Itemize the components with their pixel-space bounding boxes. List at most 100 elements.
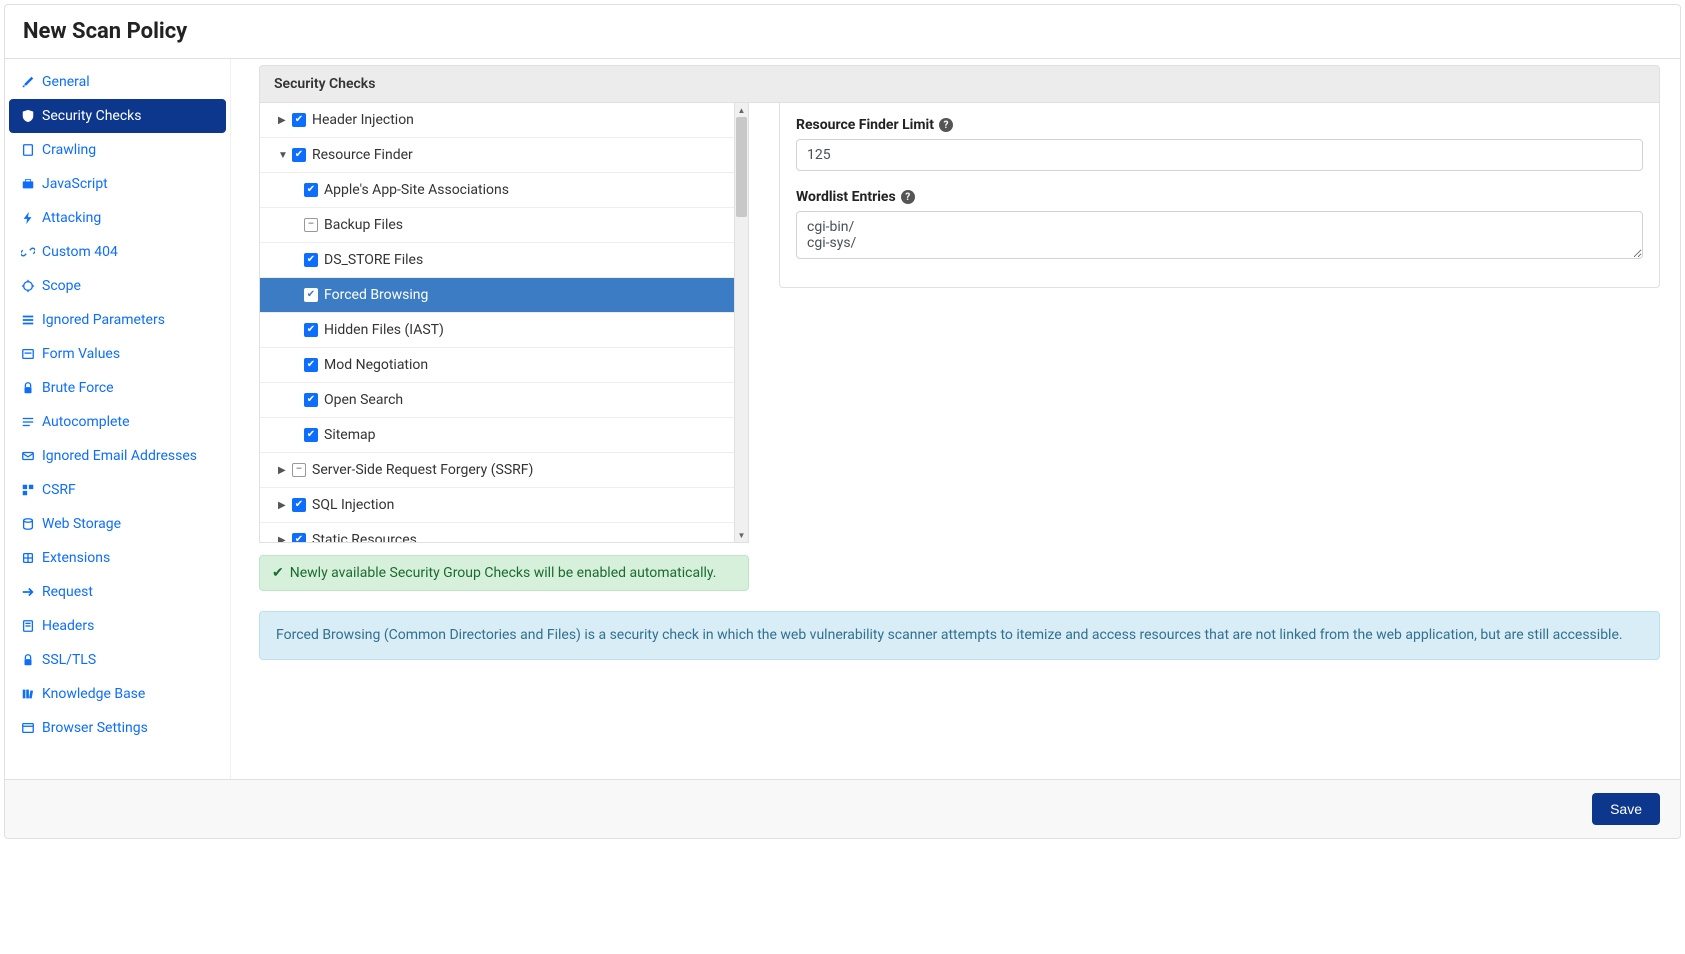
resource-finder-limit-input[interactable]: [796, 139, 1643, 171]
checkbox-checked[interactable]: ✔: [304, 183, 318, 197]
scroll-track[interactable]: [735, 117, 748, 528]
form-icon: [21, 347, 35, 361]
target-icon: [21, 279, 35, 293]
caret-down-icon[interactable]: ▼: [278, 150, 286, 161]
checkbox-checked[interactable]: ✔: [292, 533, 306, 542]
checkbox-mixed[interactable]: –: [292, 463, 306, 477]
sidebar-item-scope[interactable]: Scope: [9, 269, 226, 303]
sidebar-item-label: Brute Force: [42, 380, 114, 396]
tree-item[interactable]: ✔ Mod Negotiation: [260, 348, 748, 383]
tree-item-label: SQL Injection: [312, 497, 394, 513]
sidebar-item-csrf[interactable]: CSRF: [9, 473, 226, 507]
checkbox-checked[interactable]: ✔: [304, 428, 318, 442]
tree-item[interactable]: ▶–Server-Side Request Forgery (SSRF): [260, 453, 748, 488]
caret-right-icon[interactable]: ▶: [278, 535, 286, 543]
checkbox-checked[interactable]: ✔: [304, 358, 318, 372]
auto-enable-notice: ✔ Newly available Security Group Checks …: [259, 555, 749, 591]
sidebar-item-label: Form Values: [42, 346, 120, 362]
tree-item-label: Server-Side Request Forgery (SSRF): [312, 462, 533, 478]
sidebar-item-label: Web Storage: [42, 516, 121, 532]
tree-item-label: Sitemap: [324, 427, 375, 443]
scroll-down-icon[interactable]: ▼: [735, 528, 748, 542]
shield-icon: [21, 109, 35, 123]
sidebar-item-label: SSL/TLS: [42, 652, 96, 668]
caret-right-icon[interactable]: ▶: [278, 500, 286, 511]
scroll-up-icon[interactable]: ▲: [735, 103, 748, 117]
security-checks-tree[interactable]: ▶✔Header Injection▼✔Resource Finder✔Appl…: [260, 103, 748, 542]
sidebar-item-web-storage[interactable]: Web Storage: [9, 507, 226, 541]
sidebar-item-label: Custom 404: [42, 244, 118, 260]
bolt-icon: [21, 211, 35, 225]
tree-item[interactable]: ▶ ✔ SQL Injection: [260, 488, 748, 523]
sidebar-item-label: Request: [42, 584, 93, 600]
sidebar-item-form-values[interactable]: Form Values: [9, 337, 226, 371]
sidebar-item-label: Ignored Email Addresses: [42, 448, 197, 464]
sidebar-item-crawling[interactable]: Crawling: [9, 133, 226, 167]
tree-item[interactable]: ▼✔Resource Finder: [260, 138, 748, 173]
document-icon: [21, 619, 35, 633]
sidebar-item-request[interactable]: Request: [9, 575, 226, 609]
wordlist-entries-textarea[interactable]: [796, 211, 1643, 259]
sidebar-item-custom-404[interactable]: Custom 404: [9, 235, 226, 269]
tree-item-label: Mod Negotiation: [324, 357, 428, 373]
footer: Save: [5, 779, 1680, 838]
puzzle-icon: [21, 551, 35, 565]
tree-wrap: ▶✔Header Injection▼✔Resource Finder✔Appl…: [259, 103, 749, 543]
scroll-thumb[interactable]: [736, 117, 747, 217]
tree-item[interactable]: ✔DS_STORE Files: [260, 243, 748, 278]
sidebar: General Security Checks Crawling JavaScr…: [5, 59, 231, 779]
tree-item[interactable]: ▶✔Static Resources: [260, 523, 748, 542]
tree-item-label: Forced Browsing: [324, 287, 428, 303]
help-icon[interactable]: ?: [901, 190, 915, 204]
checkbox-checked[interactable]: ✔: [304, 253, 318, 267]
sidebar-item-label: Autocomplete: [42, 414, 130, 430]
caret-right-icon[interactable]: ▶: [278, 115, 286, 126]
resource-finder-limit-group: Resource Finder Limit ?: [796, 117, 1643, 171]
sidebar-item-ignored-parameters[interactable]: Ignored Parameters: [9, 303, 226, 337]
sidebar-item-label: Scope: [42, 278, 81, 294]
tree-scrollbar[interactable]: ▲ ▼: [734, 103, 748, 542]
tree-item[interactable]: –Backup Files: [260, 208, 748, 243]
arrow-right-icon: [21, 585, 35, 599]
tree-item[interactable]: ✔ Open Search: [260, 383, 748, 418]
lock-icon: [21, 381, 35, 395]
sidebar-item-headers[interactable]: Headers: [9, 609, 226, 643]
checkbox-checked[interactable]: ✔: [304, 323, 318, 337]
body: General Security Checks Crawling JavaScr…: [5, 59, 1680, 779]
sidebar-item-javascript[interactable]: JavaScript: [9, 167, 226, 201]
page-header: New Scan Policy: [5, 5, 1680, 59]
sidebar-item-general[interactable]: General: [9, 65, 226, 99]
checkbox-checked[interactable]: ✔: [292, 148, 306, 162]
sidebar-item-extensions[interactable]: Extensions: [9, 541, 226, 575]
sidebar-item-label: Extensions: [42, 550, 110, 566]
tree-item[interactable]: ✔ Sitemap: [260, 418, 748, 453]
file-icon: [21, 143, 35, 157]
sidebar-item-ssl-tls[interactable]: SSL/TLS: [9, 643, 226, 677]
sidebar-item-brute-force[interactable]: Brute Force: [9, 371, 226, 405]
tree-item[interactable]: ✔Hidden Files (IAST): [260, 313, 748, 348]
caret-right-icon[interactable]: ▶: [278, 465, 286, 476]
checkbox-checked[interactable]: ✔: [304, 393, 318, 407]
sidebar-item-autocomplete[interactable]: Autocomplete: [9, 405, 226, 439]
help-icon[interactable]: ?: [939, 118, 953, 132]
tree-item[interactable]: ✔Apple's App-Site Associations: [260, 173, 748, 208]
tree-item-label: Open Search: [324, 392, 403, 408]
sidebar-item-label: Attacking: [42, 210, 101, 226]
sidebar-item-knowledge-base[interactable]: Knowledge Base: [9, 677, 226, 711]
envelope-icon: [21, 449, 35, 463]
sidebar-item-attacking[interactable]: Attacking: [9, 201, 226, 235]
checkbox-checked[interactable]: ✔: [292, 498, 306, 512]
checkbox-checked[interactable]: ✔: [304, 288, 318, 302]
database-icon: [21, 517, 35, 531]
sidebar-item-label: JavaScript: [42, 176, 108, 192]
checkbox-checked[interactable]: ✔: [292, 113, 306, 127]
save-button[interactable]: Save: [1592, 793, 1660, 825]
sidebar-item-browser-settings[interactable]: Browser Settings: [9, 711, 226, 745]
checkbox-mixed[interactable]: –: [304, 218, 318, 232]
tree-item[interactable]: ✔ Forced Browsing: [260, 278, 748, 313]
sidebar-item-ignored-email[interactable]: Ignored Email Addresses: [9, 439, 226, 473]
tree-item[interactable]: ▶ ✔ Header Injection: [260, 103, 748, 138]
tree-item-label: Header Injection: [312, 112, 414, 128]
sidebar-item-label: Headers: [42, 618, 94, 634]
sidebar-item-security-checks[interactable]: Security Checks: [9, 99, 226, 133]
